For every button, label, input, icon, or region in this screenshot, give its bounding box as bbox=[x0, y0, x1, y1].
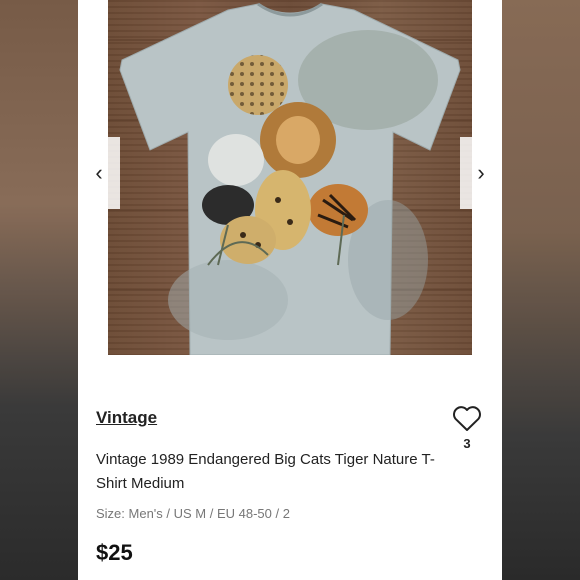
blurred-background-right bbox=[502, 0, 580, 580]
blurred-background-left bbox=[0, 0, 78, 580]
size-info: Size: Men's / US M / EU 48-50 / 2 bbox=[96, 506, 290, 521]
chevron-right-icon: › bbox=[477, 160, 485, 185]
brand-link[interactable]: Vintage bbox=[96, 408, 157, 428]
like-count: 3 bbox=[463, 436, 471, 451]
listing-title: Vintage 1989 Endangered Big Cats Tiger N… bbox=[96, 451, 435, 492]
heart-outline-icon bbox=[453, 406, 481, 431]
listing-card: ‹ › Vintage 3 Vintage 1989 Endangered Bi… bbox=[78, 0, 502, 580]
product-photo[interactable] bbox=[108, 0, 472, 355]
carousel-prev-button[interactable]: ‹ bbox=[78, 137, 120, 209]
tshirt-image bbox=[108, 2, 472, 355]
chevron-left-icon: ‹ bbox=[95, 160, 103, 185]
like-button[interactable]: 3 bbox=[450, 405, 484, 451]
price: $25 bbox=[96, 540, 133, 565]
carousel-next-button[interactable]: › bbox=[460, 137, 502, 209]
